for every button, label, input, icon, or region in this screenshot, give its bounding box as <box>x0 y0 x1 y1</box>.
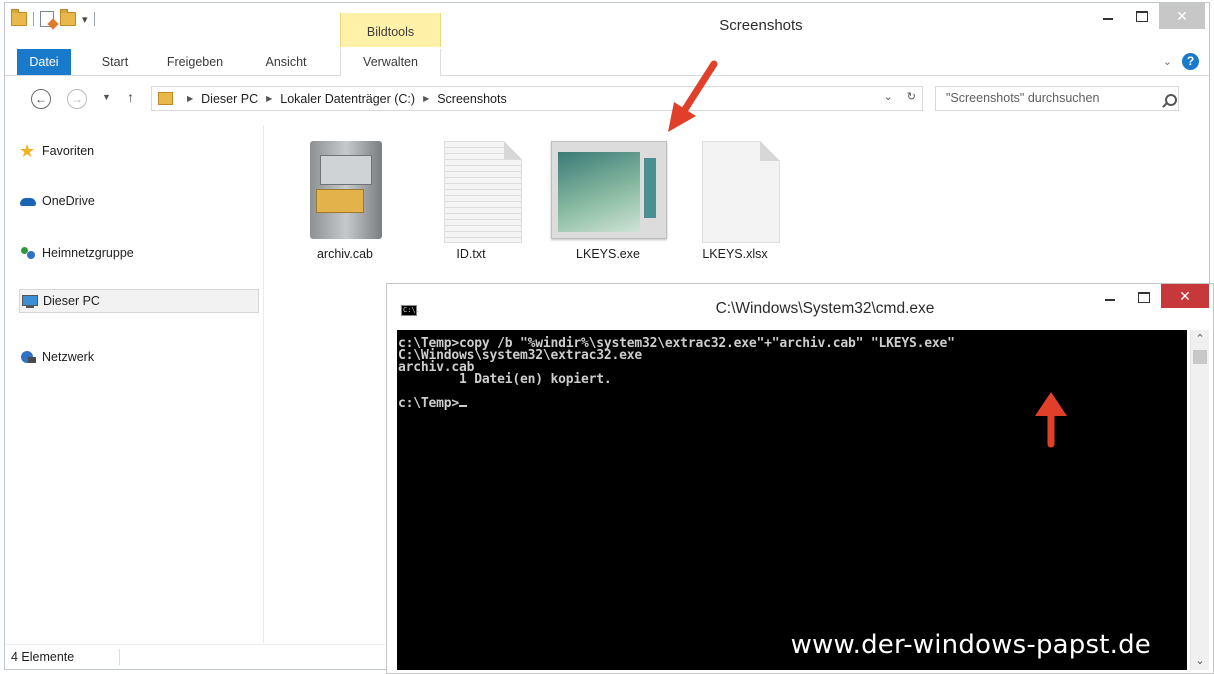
nav-item-label: OneDrive <box>42 194 95 208</box>
address-dropdown-icon[interactable]: ⌄ <box>884 90 893 103</box>
address-bar[interactable]: ▶ Dieser PC ▶ Lokaler Datenträger (C:) ▶… <box>151 86 923 111</box>
nav-item-dieser-pc[interactable]: Dieser PC <box>19 289 259 313</box>
tab-start[interactable]: Start <box>91 49 139 75</box>
breadcrumb-screenshots[interactable]: Screenshots <box>437 92 506 106</box>
text-document-icon <box>426 133 522 243</box>
address-row: ← → ▼ ↑ ▶ Dieser PC ▶ Lokaler Datenträge… <box>5 83 1209 115</box>
window-controls: ✕ <box>1091 3 1205 29</box>
blank-document-icon <box>690 133 780 243</box>
expand-ribbon-icon[interactable]: ⌄ <box>1163 55 1172 68</box>
console-scrollbar[interactable]: ⌃ ⌄ <box>1190 330 1209 670</box>
console-output[interactable]: c:\Temp>copy /b "%windir%\system32\extra… <box>397 330 1187 670</box>
maximize-icon <box>1138 291 1150 303</box>
chevron-right-icon[interactable]: ▶ <box>423 94 429 103</box>
annotation-arrow-icon <box>1035 392 1067 448</box>
chevron-right-icon[interactable]: ▶ <box>266 94 272 103</box>
ribbon-tabs: Datei Start Freigeben Ansicht Verwalten … <box>5 49 1209 76</box>
cmd-close-button[interactable]: ✕ <box>1161 284 1209 308</box>
tab-ansicht[interactable]: Ansicht <box>251 49 321 75</box>
help-icon[interactable]: ? <box>1182 53 1199 70</box>
scroll-down-icon[interactable]: ⌄ <box>1191 652 1209 670</box>
file-item[interactable]: ID.txt <box>421 133 522 261</box>
nav-item-favoriten[interactable]: ★ Favoriten <box>19 139 261 163</box>
scrollbar-thumb[interactable] <box>1193 350 1207 364</box>
status-divider <box>119 649 120 665</box>
exe-thumbnail <box>551 133 667 243</box>
text-document-graphic <box>444 141 522 243</box>
cmd-window: C:\. C:\Windows\System32\cmd.exe ✕ c:\Te… <box>386 283 1214 674</box>
minimize-icon <box>1103 18 1113 20</box>
breadcrumb-lokaler-datentraeger[interactable]: Lokaler Datenträger (C:) <box>280 92 415 106</box>
breadcrumb-dieser-pc[interactable]: Dieser PC <box>201 92 258 106</box>
file-name: archiv.cab <box>316 247 374 261</box>
cmd-title-bar: C:\. C:\Windows\System32\cmd.exe ✕ <box>387 284 1213 328</box>
homegroup-icon <box>19 245 37 261</box>
cmd-window-controls: ✕ <box>1093 284 1209 310</box>
minimize-icon <box>1105 299 1115 301</box>
annotation-arrow-icon <box>668 60 718 132</box>
file-name: LKEYS.exe <box>576 247 640 261</box>
cmd-window-title: C:\Windows\System32\cmd.exe <box>715 300 935 317</box>
minimize-button[interactable] <box>1091 3 1125 29</box>
tab-freigeben[interactable]: Freigeben <box>160 49 230 75</box>
nav-item-heimnetzgruppe[interactable]: Heimnetzgruppe <box>19 241 261 265</box>
onedrive-icon <box>19 193 37 209</box>
file-item[interactable]: LKEYS.xlsx <box>685 133 785 261</box>
scroll-up-icon[interactable]: ⌃ <box>1191 330 1209 348</box>
watermark: www.der-windows-papst.de <box>790 630 1151 660</box>
forward-button[interactable]: → <box>67 89 87 109</box>
cabinet-graphic <box>310 141 382 239</box>
close-icon: ✕ <box>1176 7 1188 24</box>
window-title: Screenshots <box>719 17 803 34</box>
file-item[interactable]: LKEYS.exe <box>551 133 667 261</box>
back-button[interactable]: ← <box>31 89 51 109</box>
exe-thumbnail-graphic <box>551 141 667 239</box>
tab-datei[interactable]: Datei <box>17 49 71 75</box>
console-prompt: c:\Temp> <box>398 396 460 411</box>
nav-item-label: Favoriten <box>42 144 95 158</box>
file-name: ID.txt <box>456 247 486 261</box>
file-name: LKEYS.xlsx <box>702 247 768 261</box>
recent-locations-icon[interactable]: ▼ <box>102 92 111 102</box>
title-bar: ▾ Bildtools Screenshots ✕ <box>5 3 1209 47</box>
pc-icon <box>20 293 38 309</box>
network-icon <box>19 349 37 365</box>
cabinet-icon <box>300 133 390 243</box>
nav-item-netzwerk[interactable]: Netzwerk <box>19 345 261 369</box>
cmd-maximize-button[interactable] <box>1127 284 1161 310</box>
maximize-button[interactable] <box>1125 3 1159 29</box>
blank-document-graphic <box>702 141 780 243</box>
tab-verwalten[interactable]: Verwalten <box>340 49 441 76</box>
maximize-icon <box>1136 10 1148 22</box>
close-icon: ✕ <box>1179 287 1191 304</box>
star-icon: ★ <box>19 141 36 161</box>
search-input[interactable]: "Screenshots" durchsuchen <box>935 86 1179 111</box>
ribbon-right-controls: ⌄ ? <box>1163 53 1199 70</box>
nav-item-onedrive[interactable]: OneDrive <box>19 189 261 213</box>
address-actions: ⌄ ↻ <box>884 90 916 103</box>
navigation-pane: ★ Favoriten OneDrive Heimnetzgruppe Dies… <box>5 125 264 643</box>
folder-icon <box>158 92 173 105</box>
chevron-right-icon[interactable]: ▶ <box>187 94 193 103</box>
refresh-icon[interactable]: ↻ <box>907 90 916 103</box>
item-count: 4 Elemente <box>11 650 75 664</box>
file-item[interactable]: archiv.cab <box>295 133 395 261</box>
search-icon[interactable] <box>1165 94 1177 106</box>
up-arrow-icon[interactable]: ↑ <box>127 89 134 105</box>
close-button[interactable]: ✕ <box>1159 3 1205 29</box>
nav-item-label: Dieser PC <box>43 294 100 308</box>
text-cursor <box>459 405 468 407</box>
nav-item-label: Heimnetzgruppe <box>42 246 134 260</box>
nav-item-label: Netzwerk <box>42 350 95 364</box>
console-line: 1 Datei(en) kopiert. <box>398 372 612 387</box>
cmd-minimize-button[interactable] <box>1093 284 1127 310</box>
